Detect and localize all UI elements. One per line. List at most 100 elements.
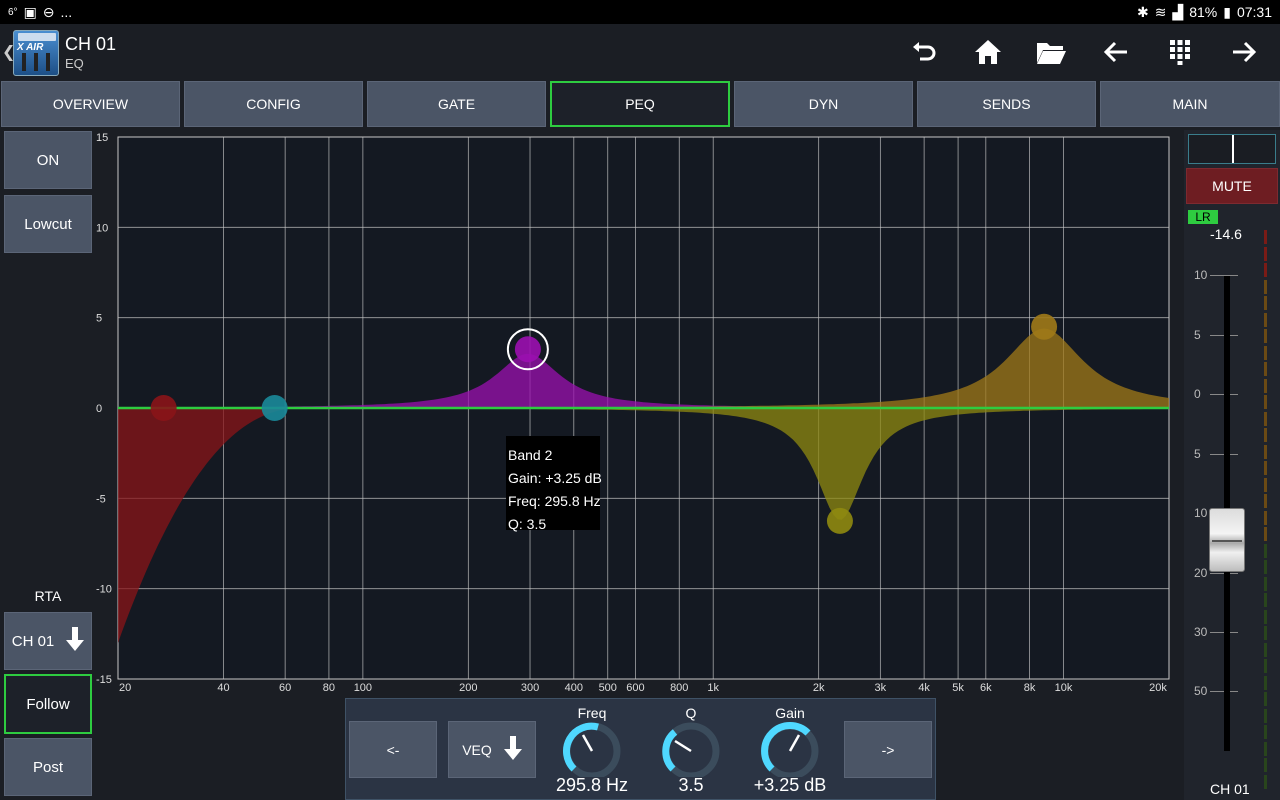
eq-graph-canvas[interactable]: 20 40 60 80 100 200 300 400 500 600 800 1k 2k 3k 4k 5k 6… xyxy=(94,130,1184,696)
undo-button[interactable] xyxy=(904,34,944,70)
folder-icon xyxy=(1037,43,1066,64)
fader-scale-label: 30 xyxy=(1194,625,1208,639)
app-header: ❮ X AIR CH 01 EQ xyxy=(0,24,1280,80)
undo-icon xyxy=(913,42,936,61)
band-tooltip: Band 2 Gain: +3.25 dB Freq: 295.8 Hz Q: … xyxy=(506,436,602,532)
channel-title: CH 01 xyxy=(65,34,117,54)
q-knob[interactable] xyxy=(659,721,723,782)
keypad-button[interactable] xyxy=(1160,34,1200,70)
band-control-bar: <- VEQ Freq 295.8 Hz Q 3.5 Gain +3.25 dB… xyxy=(345,698,936,800)
forward-arrow-icon xyxy=(1233,41,1257,63)
strip-channel-label: CH 01 xyxy=(1210,781,1250,797)
q-value: 3.5 xyxy=(678,775,704,795)
meter-segment xyxy=(1264,428,1267,442)
home-icon xyxy=(975,40,1001,64)
band1-handle[interactable] xyxy=(261,395,288,421)
eq-on-button[interactable]: ON xyxy=(4,131,92,189)
tooltip-freq: Freq: 295.8 Hz xyxy=(508,493,601,509)
x-tick-label: 300 xyxy=(521,682,539,694)
y-tick-label: -10 xyxy=(96,584,112,596)
freq-value: 295.8 Hz xyxy=(555,775,629,795)
eq-graph[interactable]: 20 40 60 80 100 200 300 400 500 600 800 1k 2k 3k 4k 5k 6… xyxy=(94,130,1184,696)
x-tick-label: 40 xyxy=(217,682,229,694)
meter-segment xyxy=(1264,246,1267,261)
x-tick-label: 2k xyxy=(813,682,825,694)
lowcut-handle[interactable] xyxy=(150,395,177,421)
meter-segment xyxy=(1264,411,1267,426)
meter-segment xyxy=(1264,593,1267,607)
fader-scale-label: 20 xyxy=(1194,566,1208,580)
logo-text: X AIR xyxy=(17,42,44,53)
tab-main[interactable]: MAIN xyxy=(1100,81,1280,127)
rta-source-select[interactable]: CH 01 xyxy=(4,612,92,670)
prev-band-button[interactable]: <- xyxy=(349,721,437,778)
meter-segment xyxy=(1264,444,1267,459)
meter-segment xyxy=(1264,576,1267,591)
more-notifications-text: ... xyxy=(60,4,73,20)
mute-button[interactable]: MUTE xyxy=(1186,168,1278,204)
meter-segment xyxy=(1264,758,1267,772)
meter-segment xyxy=(1264,659,1267,673)
tooltip-q: Q: 3.5 xyxy=(508,516,547,532)
band4-handle[interactable] xyxy=(1031,313,1058,340)
home-button[interactable] xyxy=(968,34,1008,70)
y-tick-label: -5 xyxy=(96,493,106,505)
meter-segment xyxy=(1264,741,1267,756)
lowcut-button[interactable]: Lowcut xyxy=(4,195,92,253)
band3-handle[interactable] xyxy=(826,507,853,534)
tab-config[interactable]: CONFIG xyxy=(184,81,363,127)
tab-peq[interactable]: PEQ xyxy=(550,81,730,127)
dnd-icon: ⊖ xyxy=(42,3,55,20)
logo-slider xyxy=(46,53,50,71)
follow-button[interactable]: Follow xyxy=(4,674,92,734)
temperature-text: 6° xyxy=(8,6,18,18)
tab-gate[interactable]: GATE xyxy=(367,81,546,127)
x-tick-label: 8k xyxy=(1024,682,1036,694)
eq-type-select[interactable]: VEQ xyxy=(448,721,536,778)
meter-segment xyxy=(1264,708,1267,723)
meter-segment xyxy=(1264,477,1267,492)
arrow-down-icon xyxy=(503,736,522,763)
pan-control[interactable] xyxy=(1188,134,1276,164)
meter-segment xyxy=(1264,609,1267,624)
forward-button[interactable] xyxy=(1224,34,1264,70)
post-button[interactable]: Post xyxy=(4,738,92,796)
meter-segment xyxy=(1264,296,1267,310)
x-tick-label: 400 xyxy=(565,682,583,694)
meter-segment xyxy=(1264,675,1267,690)
keypad-icon xyxy=(1170,40,1190,65)
pan-indicator xyxy=(1232,135,1234,163)
meter-segment xyxy=(1264,312,1267,327)
next-band-button[interactable]: -> xyxy=(844,721,932,778)
meter-segment xyxy=(1264,626,1267,640)
tab-dyn[interactable]: DYN xyxy=(734,81,913,127)
band2-handle[interactable] xyxy=(514,336,541,363)
meter-segment xyxy=(1264,362,1267,376)
x-tick-label: 500 xyxy=(599,682,617,694)
x-tick-label: 100 xyxy=(354,682,372,694)
meter-segment xyxy=(1264,263,1267,277)
tab-overview[interactable]: OVERVIEW xyxy=(1,81,180,127)
meter-segment xyxy=(1264,329,1267,343)
gain-knob[interactable] xyxy=(758,721,822,782)
meter-segment xyxy=(1264,543,1267,558)
open-folder-button[interactable] xyxy=(1031,34,1071,70)
meter-segment xyxy=(1264,461,1267,475)
battery-icon: ▮ xyxy=(1223,3,1231,20)
back-button[interactable] xyxy=(1096,34,1136,70)
x-tick-label: 60 xyxy=(279,682,291,694)
eq-type-value: VEQ xyxy=(462,741,492,758)
fader-scale-label: 10 xyxy=(1194,506,1208,520)
status-right: ✱ ≋ ▟ 81% ▮ 07:31 xyxy=(1137,4,1272,21)
fader-scale-label: 5 xyxy=(1194,328,1201,342)
app-logo[interactable]: X AIR xyxy=(13,30,59,76)
meter-segment xyxy=(1264,725,1267,739)
tab-sends[interactable]: SENDS xyxy=(917,81,1096,127)
freq-knob[interactable] xyxy=(560,721,624,782)
battery-percent: 81% xyxy=(1189,4,1218,20)
fader-handle[interactable] xyxy=(1209,508,1245,572)
gain-value: +3.25 dB xyxy=(753,775,827,795)
fader-scale-label: 0 xyxy=(1194,387,1201,401)
freq-label: Freq xyxy=(577,705,607,721)
meter-segment xyxy=(1264,774,1267,789)
